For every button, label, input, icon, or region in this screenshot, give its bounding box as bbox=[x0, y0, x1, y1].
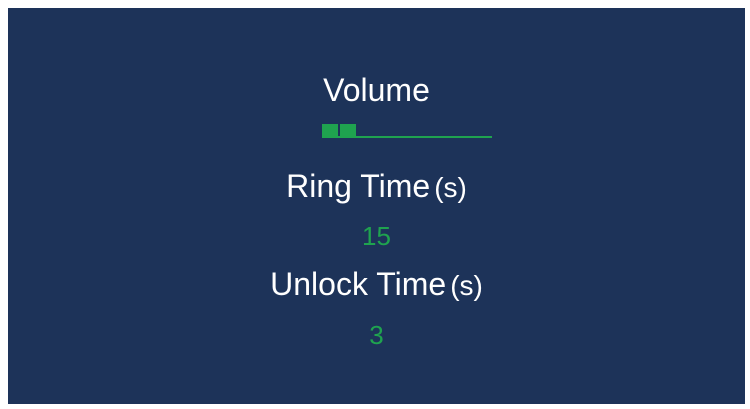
ring-time-label-row: Ring Time (s) bbox=[8, 166, 745, 208]
volume-level-blocks bbox=[322, 124, 356, 138]
unlock-time-label-row: Unlock Time (s) bbox=[8, 264, 745, 306]
unlock-time-label: Unlock Time bbox=[270, 266, 447, 302]
volume-level-block bbox=[340, 124, 356, 138]
unlock-time-value[interactable]: 3 bbox=[8, 319, 745, 351]
volume-label: Volume bbox=[323, 72, 430, 108]
ring-time-label: Ring Time bbox=[286, 168, 431, 204]
ring-time-unit: (s) bbox=[434, 172, 467, 203]
volume-level-block bbox=[322, 124, 338, 138]
volume-slider[interactable] bbox=[322, 124, 492, 138]
ring-time-value[interactable]: 15 bbox=[8, 220, 745, 252]
settings-screen: Volume Ring Time (s) 15 Unlock Time (s) 3 bbox=[8, 8, 745, 404]
unlock-time-unit: (s) bbox=[450, 270, 483, 301]
